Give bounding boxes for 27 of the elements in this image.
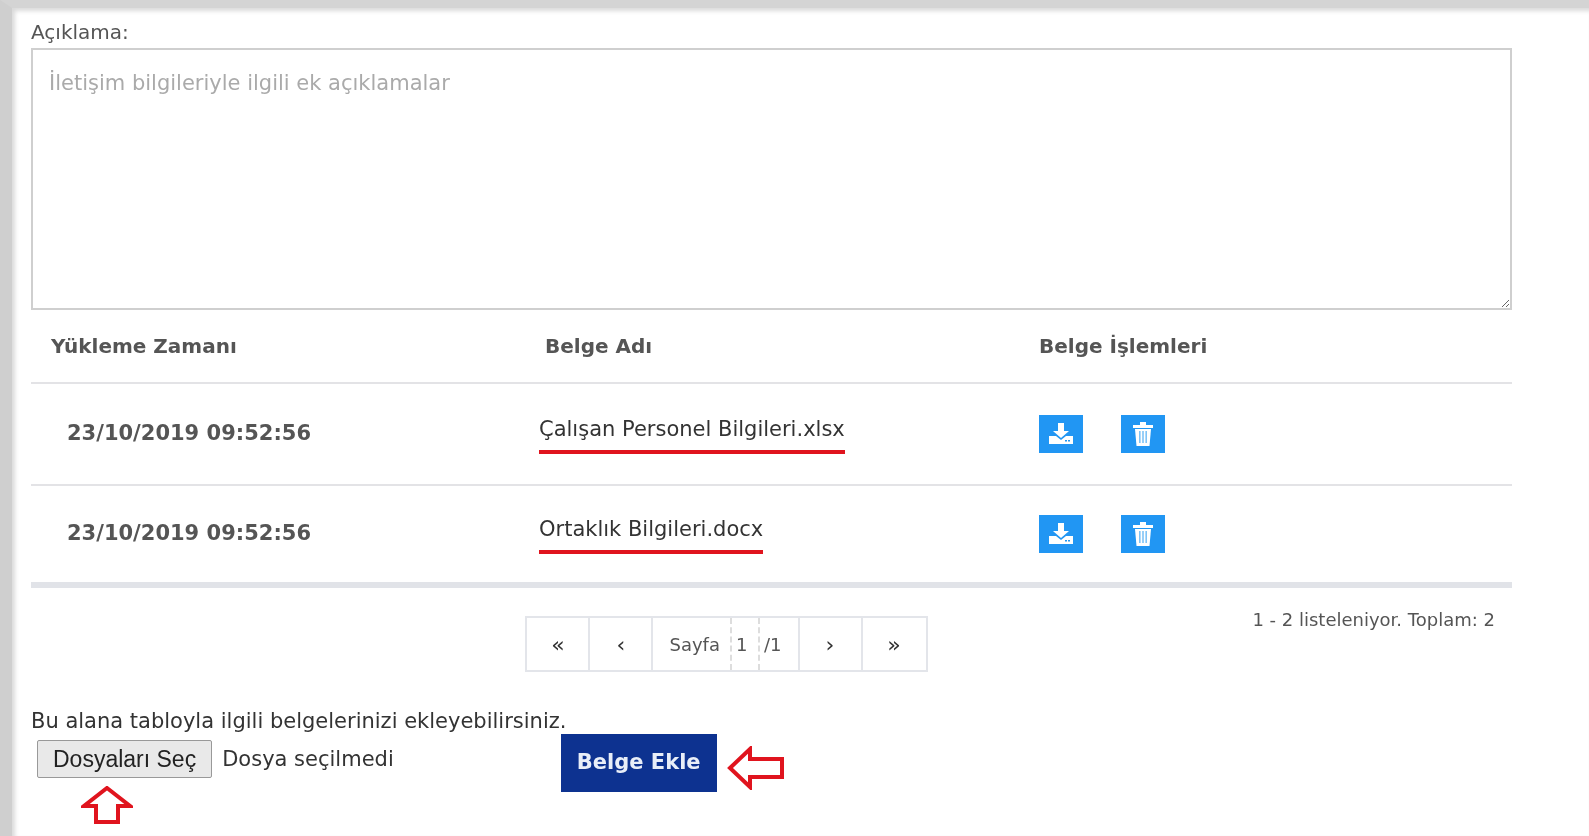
- download-button[interactable]: [1039, 415, 1083, 453]
- choose-files-button[interactable]: Dosyaları Seç: [37, 739, 213, 778]
- file-name: Ortaklık Bilgileri.docx: [539, 514, 764, 554]
- file-status: Dosya seçilmedi: [222, 745, 394, 773]
- delete-button[interactable]: [1121, 515, 1165, 553]
- download-button[interactable]: [1039, 515, 1083, 553]
- left-arrow-icon: [726, 745, 785, 790]
- delete-button[interactable]: [1121, 415, 1165, 453]
- download-icon: [1048, 423, 1074, 445]
- column-header: Belge Adı: [544, 333, 654, 360]
- trash-icon: [1132, 422, 1154, 446]
- column-header: Yükleme Zamanı: [50, 333, 238, 360]
- add-document-button[interactable]: Belge Ekle: [560, 733, 717, 792]
- result-summary: 1 - 2 listeleniyor. Toplam: 2: [1252, 608, 1495, 632]
- page-label: Sayfa: [668, 632, 721, 657]
- file-name: Çalışan Personel Bilgileri.xlsx: [539, 414, 845, 454]
- up-arrow-icon: [80, 786, 133, 824]
- download-icon: [1048, 523, 1074, 545]
- trash-icon: [1132, 522, 1154, 546]
- upload-hint: Bu alana tabloyla ilgili belgelerinizi ekleyebilirsiniz.: [31, 708, 568, 735]
- table-cell-text: 23/10/2019 09:52:56: [66, 420, 312, 448]
- column-header: Belge İşlemleri: [1038, 333, 1209, 360]
- table-cell-text: 23/10/2019 09:52:56: [66, 520, 312, 548]
- page-total: /1: [762, 632, 783, 657]
- field-label: Açıklama:: [31, 20, 130, 44]
- description-field[interactable]: İletişim bilgileriyle ilgili ek açıklamalar: [31, 48, 1512, 310]
- page-number-field[interactable]: 1: [729, 618, 760, 670]
